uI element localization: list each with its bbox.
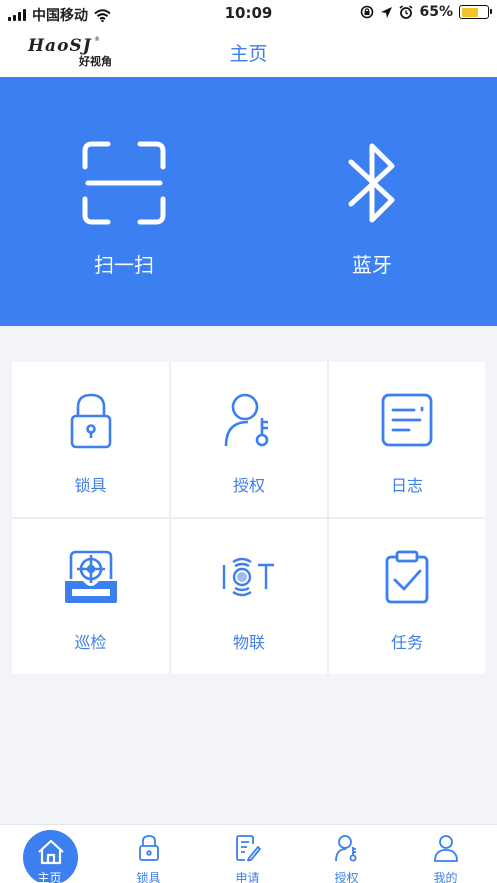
scan-button[interactable]: 扫一扫 xyxy=(0,77,248,326)
scan-label: 扫一扫 xyxy=(94,253,154,277)
feature-grid: 锁具 授权 日志 巡检 物联 任务 xyxy=(12,362,485,674)
screen-lock-icon xyxy=(361,5,374,19)
tab-label: 授权 xyxy=(334,871,359,883)
feature-task[interactable]: 任务 xyxy=(329,519,485,674)
user-key-icon xyxy=(224,393,269,447)
tab-label: 主页 xyxy=(37,871,62,883)
feature-lock[interactable]: 锁具 xyxy=(12,362,169,517)
lock-icon xyxy=(138,835,159,861)
tab-authorize[interactable]: 授权 xyxy=(297,825,396,883)
battery-level xyxy=(461,7,478,17)
apply-icon xyxy=(235,835,261,862)
log-icon xyxy=(381,393,433,447)
feature-iot[interactable]: 物联 xyxy=(171,519,327,674)
feature-label: 锁具 xyxy=(74,476,107,495)
nav-bar: HaoSJ ® 好视角 主页 xyxy=(0,28,497,77)
tab-label: 申请 xyxy=(235,871,260,883)
inspection-icon xyxy=(64,550,117,603)
profile-icon xyxy=(433,835,458,862)
feature-label: 任务 xyxy=(390,633,423,652)
battery-percent: 65% xyxy=(419,4,453,20)
bluetooth-button[interactable]: 蓝牙 xyxy=(248,77,496,326)
feature-label: 授权 xyxy=(232,476,265,495)
tab-lock[interactable]: 锁具 xyxy=(99,825,198,883)
bluetooth-label: 蓝牙 xyxy=(352,253,392,277)
feature-log[interactable]: 日志 xyxy=(329,362,485,517)
tab-profile[interactable]: 我的 xyxy=(396,825,495,883)
feature-label: 日志 xyxy=(390,476,423,495)
page-title: 主页 xyxy=(229,43,268,65)
feature-label: 物联 xyxy=(232,633,265,652)
feature-inspection[interactable]: 巡检 xyxy=(12,519,169,674)
status-right: 65% xyxy=(360,4,492,20)
home-icon xyxy=(37,839,64,865)
bluetooth-icon xyxy=(348,143,395,223)
task-icon xyxy=(385,550,429,604)
battery-icon xyxy=(459,5,492,19)
lock-icon xyxy=(70,393,111,449)
status-bar: 中国移动 10:09 65% xyxy=(0,0,497,28)
feature-authorize[interactable]: 授权 xyxy=(171,362,327,517)
tab-bar: 主页 锁具 申请 授权 我的 xyxy=(0,824,497,883)
alarm-icon xyxy=(399,5,413,19)
user-key-icon xyxy=(334,835,356,862)
tab-label: 我的 xyxy=(433,871,458,883)
tab-apply[interactable]: 申请 xyxy=(198,825,297,883)
feature-label: 巡检 xyxy=(74,633,107,652)
tab-home[interactable]: 主页 xyxy=(0,825,99,883)
iot-icon xyxy=(222,557,274,597)
scan-icon xyxy=(82,141,166,225)
tab-label: 锁具 xyxy=(136,871,161,883)
location-icon xyxy=(381,6,393,18)
hero-banner: 扫一扫 蓝牙 xyxy=(0,77,497,326)
